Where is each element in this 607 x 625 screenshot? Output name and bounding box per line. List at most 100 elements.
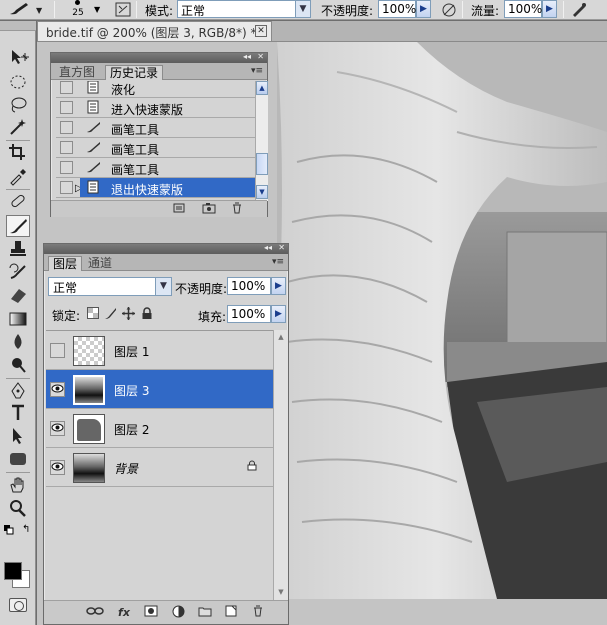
layer-row-selected[interactable]: 图层 3 bbox=[46, 370, 273, 409]
zoom-tool-icon[interactable] bbox=[6, 498, 30, 520]
trash-icon[interactable] bbox=[229, 202, 245, 216]
scroll-thumb[interactable] bbox=[256, 153, 268, 175]
brush-size-picker[interactable]: 25 bbox=[66, 0, 90, 20]
tab-channels[interactable]: 通道 bbox=[84, 256, 116, 271]
panel-menu-icon[interactable]: ▾≡ bbox=[272, 257, 284, 267]
eraser-tool-icon[interactable] bbox=[6, 285, 30, 307]
hand-tool-icon[interactable] bbox=[6, 475, 30, 497]
close-icon[interactable]: ✕ bbox=[255, 25, 267, 37]
opacity-input[interactable]: 100% bbox=[378, 0, 416, 18]
dodge-tool-icon[interactable] bbox=[6, 355, 30, 377]
eyedropper-tool-icon[interactable] bbox=[6, 166, 30, 188]
history-item[interactable]: 画笔工具 bbox=[56, 138, 255, 158]
toolbox-header[interactable] bbox=[0, 21, 36, 31]
link-layers-icon[interactable] bbox=[86, 605, 104, 620]
eye-icon[interactable] bbox=[50, 382, 65, 397]
lock-all-icon[interactable] bbox=[140, 307, 153, 320]
history-snapshot-checkbox[interactable] bbox=[60, 121, 73, 134]
history-snapshot-checkbox[interactable] bbox=[60, 161, 73, 174]
foreground-color-swatch[interactable] bbox=[4, 562, 22, 580]
eye-icon[interactable] bbox=[50, 460, 65, 475]
history-scrollbar[interactable]: ▲ ▼ bbox=[255, 81, 268, 201]
magic-wand-tool-icon[interactable] bbox=[6, 117, 30, 139]
lasso-tool-icon[interactable] bbox=[6, 95, 30, 117]
close-icon[interactable]: ✕ bbox=[257, 52, 264, 61]
lock-transparent-pixels-icon[interactable] bbox=[86, 307, 99, 320]
history-item[interactable]: 画笔工具 bbox=[56, 158, 255, 178]
tab-history[interactable]: 历史记录 bbox=[105, 65, 164, 80]
default-colors-icon[interactable] bbox=[4, 525, 14, 537]
new-layer-icon[interactable] bbox=[222, 605, 240, 620]
clone-stamp-tool-icon[interactable] bbox=[6, 239, 30, 261]
opacity-slider-button[interactable]: ▶ bbox=[416, 0, 431, 18]
type-tool-icon[interactable] bbox=[6, 403, 30, 425]
new-document-from-state-icon[interactable] bbox=[171, 202, 187, 216]
history-brush-tool-icon[interactable] bbox=[6, 262, 30, 284]
scroll-down-icon[interactable]: ▼ bbox=[274, 585, 288, 599]
tab-histogram[interactable]: 直方图 bbox=[55, 65, 99, 80]
layer-opacity-slider-button[interactable]: ▶ bbox=[271, 277, 286, 295]
layer-opacity-input[interactable]: 100% bbox=[227, 277, 271, 295]
new-snapshot-icon[interactable] bbox=[201, 202, 217, 216]
layer-row[interactable]: 图层 2 bbox=[46, 409, 273, 448]
swap-colors-icon[interactable]: ↰ bbox=[22, 524, 30, 535]
layer-opacity-value: 100% bbox=[231, 279, 266, 293]
trash-icon[interactable] bbox=[249, 605, 267, 620]
history-item[interactable]: 液化 bbox=[56, 81, 255, 98]
brush-tool-icon[interactable] bbox=[6, 215, 30, 237]
history-item[interactable]: 画笔工具 bbox=[56, 118, 255, 138]
history-snapshot-checkbox[interactable] bbox=[60, 81, 73, 94]
crop-tool-icon[interactable] bbox=[6, 142, 30, 164]
visibility-toggle[interactable] bbox=[50, 343, 65, 358]
flow-slider-button[interactable]: ▶ bbox=[542, 0, 557, 18]
new-group-icon[interactable] bbox=[196, 605, 214, 620]
document-tab[interactable]: bride.tif @ 200% (图层 3, RGB/8*) * ✕ bbox=[37, 21, 272, 41]
lock-image-pixels-icon[interactable] bbox=[104, 307, 117, 320]
add-mask-icon[interactable] bbox=[142, 605, 160, 620]
history-item-label: 画笔工具 bbox=[111, 123, 160, 137]
path-selection-tool-icon[interactable] bbox=[6, 426, 30, 448]
history-snapshot-checkbox[interactable] bbox=[60, 141, 73, 154]
tab-layers[interactable]: 图层 bbox=[48, 256, 83, 271]
panel-menu-icon[interactable]: ▾≡ bbox=[251, 66, 263, 76]
quick-mask-icon[interactable] bbox=[9, 598, 27, 612]
move-tool-icon[interactable] bbox=[6, 47, 30, 69]
panel-title-bar[interactable]: ◂◂ ✕ bbox=[51, 52, 267, 63]
layer-row[interactable]: 背景 bbox=[46, 448, 273, 487]
history-snapshot-checkbox[interactable] bbox=[60, 101, 73, 114]
fill-slider-button[interactable]: ▶ bbox=[271, 305, 286, 323]
layer-row[interactable]: 图层 1 bbox=[46, 331, 273, 370]
blur-tool-icon[interactable] bbox=[6, 332, 30, 354]
collapse-icon[interactable]: ◂◂ bbox=[264, 243, 272, 252]
marquee-tool-icon[interactable] bbox=[6, 72, 30, 94]
panel-title-bar[interactable]: ◂◂ ✕ bbox=[44, 243, 288, 254]
healing-brush-tool-icon[interactable] bbox=[6, 191, 30, 213]
gradient-tool-icon[interactable] bbox=[6, 309, 30, 331]
chevron-down-icon[interactable]: ▼ bbox=[94, 5, 100, 14]
fill-input[interactable]: 100% bbox=[227, 305, 271, 323]
pen-tool-icon[interactable] bbox=[6, 381, 30, 403]
tool-preset-picker[interactable]: ▼ bbox=[6, 1, 46, 17]
brush-icon bbox=[84, 140, 102, 156]
history-snapshot-checkbox[interactable] bbox=[60, 181, 73, 194]
eye-icon[interactable] bbox=[50, 421, 65, 436]
toolbox-separator bbox=[6, 378, 30, 379]
scroll-up-icon[interactable]: ▲ bbox=[274, 330, 288, 344]
airbrush-icon[interactable] bbox=[440, 1, 458, 18]
lock-position-icon[interactable] bbox=[122, 307, 135, 320]
shape-tool-icon[interactable] bbox=[6, 449, 30, 471]
history-item-selected[interactable]: ▷ 退出快速蒙版 bbox=[56, 178, 255, 198]
history-item[interactable]: 进入快速蒙版 bbox=[56, 98, 255, 118]
airbrush-toggle-icon[interactable] bbox=[570, 1, 588, 18]
mode-select[interactable]: 正常 ▼ bbox=[177, 0, 311, 18]
scroll-up-icon[interactable]: ▲ bbox=[256, 81, 268, 95]
flow-input[interactable]: 100% bbox=[504, 0, 542, 18]
collapse-icon[interactable]: ◂◂ bbox=[243, 52, 251, 61]
scroll-down-icon[interactable]: ▼ bbox=[256, 185, 268, 199]
layers-scrollbar[interactable]: ▲ ▼ bbox=[273, 330, 288, 600]
blend-mode-select[interactable]: 正常 ▼ bbox=[48, 277, 172, 296]
adjustment-layer-icon[interactable] bbox=[169, 605, 187, 620]
layer-style-icon[interactable]: fx bbox=[115, 605, 133, 620]
brush-panel-toggle-icon[interactable] bbox=[114, 1, 132, 18]
close-icon[interactable]: ✕ bbox=[278, 243, 285, 252]
